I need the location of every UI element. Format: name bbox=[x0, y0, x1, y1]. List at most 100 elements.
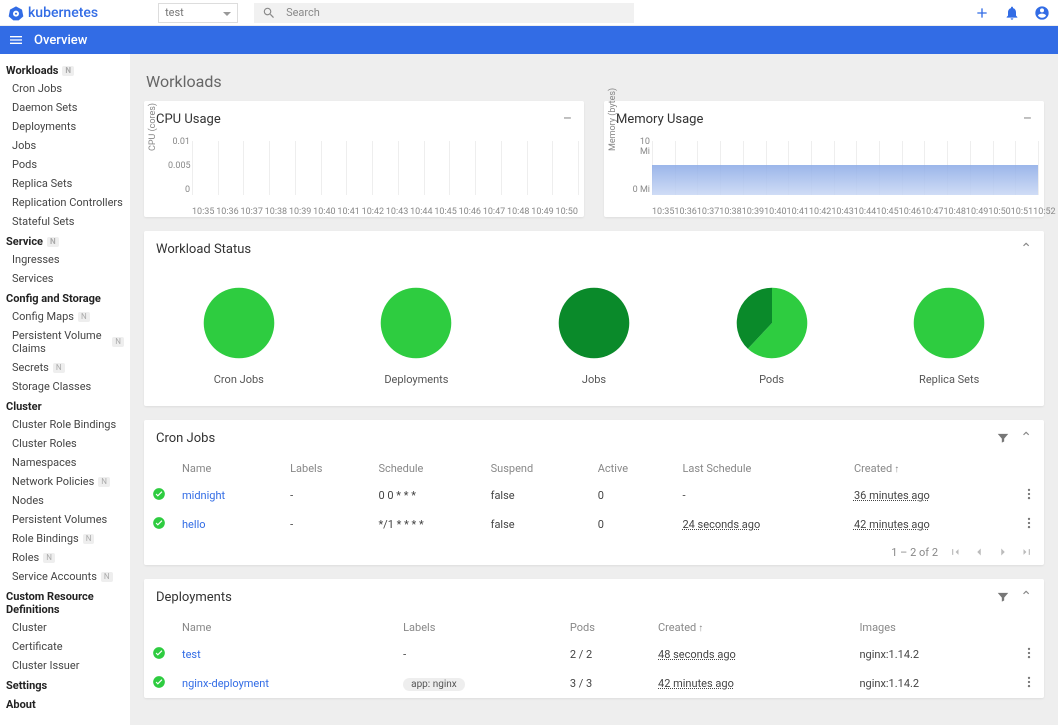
sidebar-item[interactable]: Cron Jobs bbox=[0, 79, 130, 98]
sidebar-group[interactable]: Settings bbox=[0, 675, 130, 694]
column-header[interactable]: Created↑ bbox=[846, 456, 1014, 481]
sidebar: Workloads NCron JobsDaemon SetsDeploymen… bbox=[0, 54, 130, 725]
namespace-select[interactable]: test bbox=[158, 3, 238, 23]
page-title: Workloads bbox=[146, 72, 1042, 91]
table-row: midnight -0 0 * * *false0 - 36 minutes a… bbox=[144, 481, 1044, 510]
sidebar-item[interactable]: Cluster Roles bbox=[0, 434, 130, 453]
sidebar-group[interactable]: About bbox=[0, 694, 130, 713]
resource-link[interactable]: midnight bbox=[182, 489, 225, 502]
table-row: hello -*/1 * * * *false0 24 seconds ago … bbox=[144, 510, 1044, 539]
sidebar-item[interactable]: Replica Sets bbox=[0, 174, 130, 193]
column-header[interactable]: Labels bbox=[282, 456, 370, 481]
column-header[interactable]: Name bbox=[174, 615, 395, 640]
row-menu-icon[interactable] bbox=[1022, 675, 1036, 689]
sidebar-group[interactable]: Config and Storage bbox=[0, 288, 130, 307]
status-donut: Pods bbox=[730, 281, 814, 386]
sidebar-item[interactable]: Roles N bbox=[0, 548, 130, 567]
cpu-chart: CPU (cores)0.010.005010:3510:3610:3710:3… bbox=[144, 137, 584, 217]
create-icon[interactable] bbox=[974, 5, 990, 21]
column-header[interactable]: Pods bbox=[562, 615, 650, 640]
sidebar-item[interactable]: Persistent Volume Claims N bbox=[0, 326, 130, 358]
cpu-usage-card: CPU Usage – CPU (cores)0.010.005010:3510… bbox=[144, 101, 584, 217]
collapse-icon[interactable]: – bbox=[1023, 111, 1032, 127]
next-page-icon[interactable] bbox=[996, 545, 1010, 559]
column-header[interactable]: Name bbox=[174, 456, 282, 481]
sidebar-item[interactable]: Replication Controllers bbox=[0, 193, 130, 212]
column-header[interactable]: Created↑ bbox=[650, 615, 851, 640]
menu-icon[interactable] bbox=[8, 32, 24, 48]
sidebar-item[interactable]: Services bbox=[0, 269, 130, 288]
account-icon[interactable] bbox=[1034, 5, 1050, 21]
sidebar-item[interactable]: Certificate bbox=[0, 637, 130, 656]
column-header[interactable]: Last Schedule bbox=[674, 456, 846, 481]
pagination: 1 – 2 of 2 bbox=[144, 539, 1044, 565]
sidebar-item[interactable]: Daemon Sets bbox=[0, 98, 130, 117]
collapse-icon[interactable]: ⌃ bbox=[1020, 430, 1032, 446]
mem-card-title: Memory Usage bbox=[616, 112, 703, 127]
row-menu-icon[interactable] bbox=[1022, 487, 1036, 501]
search-icon bbox=[262, 6, 276, 20]
top-bar: kubernetes test Search bbox=[0, 0, 1058, 26]
table-row: test -2 / 2 48 seconds ago nginx:1.14.2 bbox=[144, 640, 1044, 669]
sidebar-item[interactable]: Pods bbox=[0, 155, 130, 174]
status-donut: Replica Sets bbox=[907, 281, 991, 386]
sidebar-item[interactable]: Storage Classes bbox=[0, 377, 130, 396]
deployments-table: NameLabelsPodsCreated↑Images test -2 / 2… bbox=[144, 615, 1044, 698]
sidebar-item[interactable]: Service Accounts N bbox=[0, 567, 130, 586]
last-page-icon[interactable] bbox=[1020, 545, 1034, 559]
sidebar-group[interactable]: Workloads N bbox=[0, 60, 130, 79]
table-row: nginx-deployment app: nginx3 / 3 42 minu… bbox=[144, 669, 1044, 698]
sidebar-group[interactable]: Custom Resource Definitions bbox=[0, 586, 130, 618]
sidebar-item[interactable]: Secrets N bbox=[0, 358, 130, 377]
cronjobs-title: Cron Jobs bbox=[156, 431, 215, 446]
sidebar-item[interactable]: Namespaces bbox=[0, 453, 130, 472]
memory-usage-card: Memory Usage – Memory (bytes)10 Mi0 Mi10… bbox=[604, 101, 1044, 217]
sidebar-item[interactable]: Cluster bbox=[0, 618, 130, 637]
sidebar-item[interactable]: Cluster Issuer bbox=[0, 656, 130, 675]
sidebar-item[interactable]: Persistent Volumes bbox=[0, 510, 130, 529]
status-ok-icon bbox=[152, 675, 166, 689]
workload-status-card: Workload Status ⌃ Cron JobsDeploymentsJo… bbox=[144, 231, 1044, 406]
search-input[interactable]: Search bbox=[254, 3, 634, 23]
sidebar-item[interactable]: Network Policies N bbox=[0, 472, 130, 491]
filter-icon[interactable] bbox=[996, 590, 1010, 604]
column-header[interactable]: Labels bbox=[395, 615, 562, 640]
column-header[interactable]: Active bbox=[590, 456, 675, 481]
resource-link[interactable]: test bbox=[182, 648, 201, 661]
sidebar-item[interactable]: Deployments bbox=[0, 117, 130, 136]
sidebar-item[interactable]: Nodes bbox=[0, 491, 130, 510]
sidebar-item[interactable]: Config Maps N bbox=[0, 307, 130, 326]
namespace-value: test bbox=[165, 6, 184, 19]
header-bar: Overview bbox=[0, 26, 1058, 54]
collapse-icon[interactable]: ⌃ bbox=[1020, 241, 1032, 257]
sidebar-item[interactable]: Role Bindings N bbox=[0, 529, 130, 548]
cronjobs-table: NameLabelsScheduleSuspendActiveLast Sche… bbox=[144, 456, 1044, 539]
column-header[interactable]: Schedule bbox=[370, 456, 482, 481]
resource-link[interactable]: hello bbox=[182, 518, 206, 531]
collapse-icon[interactable]: – bbox=[563, 111, 572, 127]
sidebar-group[interactable]: Cluster bbox=[0, 396, 130, 415]
sidebar-item[interactable]: Cluster Role Bindings bbox=[0, 415, 130, 434]
cronjobs-card: Cron Jobs ⌃ NameLabelsScheduleSuspendAct… bbox=[144, 420, 1044, 565]
search-placeholder: Search bbox=[286, 6, 320, 19]
resource-link[interactable]: nginx-deployment bbox=[182, 677, 269, 690]
column-header[interactable]: Images bbox=[851, 615, 1014, 640]
row-menu-icon[interactable] bbox=[1022, 646, 1036, 660]
status-donut: Deployments bbox=[374, 281, 458, 386]
column-header[interactable]: Suspend bbox=[483, 456, 590, 481]
sidebar-item[interactable]: Jobs bbox=[0, 136, 130, 155]
status-card-title: Workload Status bbox=[156, 242, 251, 257]
deployments-title: Deployments bbox=[156, 590, 232, 605]
sidebar-item[interactable]: Ingresses bbox=[0, 250, 130, 269]
status-donut: Cron Jobs bbox=[197, 281, 281, 386]
notifications-icon[interactable] bbox=[1004, 5, 1020, 21]
filter-icon[interactable] bbox=[996, 431, 1010, 445]
sidebar-group[interactable]: Service N bbox=[0, 231, 130, 250]
collapse-icon[interactable]: ⌃ bbox=[1020, 589, 1032, 605]
sidebar-item[interactable]: Stateful Sets bbox=[0, 212, 130, 231]
row-menu-icon[interactable] bbox=[1022, 516, 1036, 530]
brand-logo: kubernetes bbox=[8, 5, 98, 21]
prev-page-icon[interactable] bbox=[972, 545, 986, 559]
cpu-card-title: CPU Usage bbox=[156, 112, 221, 127]
first-page-icon[interactable] bbox=[948, 545, 962, 559]
